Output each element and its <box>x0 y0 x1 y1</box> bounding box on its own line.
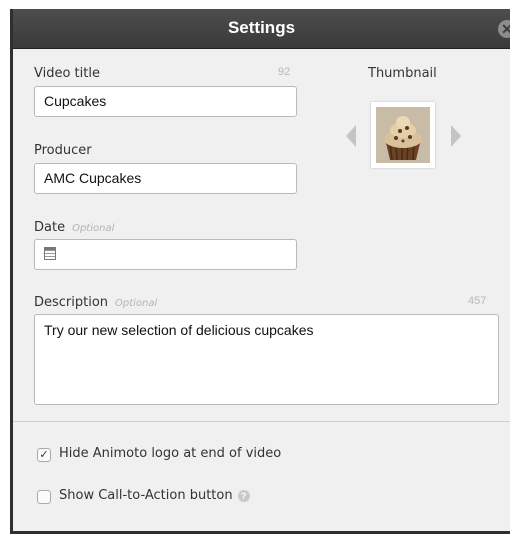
thumbnail-prev-arrow-icon[interactable] <box>346 125 356 147</box>
description-label: Description Optional <box>34 295 157 310</box>
calendar-icon[interactable] <box>44 247 56 260</box>
dialog-title: Settings <box>227 18 296 37</box>
date-optional-hint: Optional <box>72 223 115 234</box>
date-input[interactable] <box>34 239 297 270</box>
description-textarea[interactable]: Try our new selection of delicious cupca… <box>34 314 499 405</box>
thumbnail-label: Thumbnail <box>368 66 437 81</box>
video-title-label: Video title <box>34 66 100 81</box>
producer-label: Producer <box>34 143 92 158</box>
hide-logo-label[interactable]: Hide Animoto logo at end of video <box>59 446 281 461</box>
video-title-input[interactable]: Cupcakes <box>34 86 297 117</box>
section-divider <box>13 421 510 422</box>
hide-logo-checkbox[interactable]: ✓ <box>37 448 51 462</box>
cupcake-thumbnail-image <box>376 107 430 163</box>
date-label-text: Date <box>34 220 66 235</box>
dialog-titlebar: Settings ✕ <box>13 9 510 49</box>
cta-checkbox[interactable] <box>37 490 51 504</box>
thumbnail-frame <box>371 102 435 168</box>
date-label: Date Optional <box>34 220 114 235</box>
description-char-counter: 457 <box>468 295 487 307</box>
description-label-text: Description <box>34 295 109 310</box>
help-icon[interactable]: ? <box>237 489 250 502</box>
description-optional-hint: Optional <box>115 298 158 309</box>
cupcake-illustration <box>376 107 430 163</box>
settings-dialog: Settings ✕ Video title 92 Cupcakes Thumb… <box>10 9 510 534</box>
close-icon[interactable]: ✕ <box>498 20 510 38</box>
video-title-char-counter: 92 <box>278 66 291 78</box>
producer-input[interactable]: AMC Cupcakes <box>34 163 297 194</box>
cta-label[interactable]: Show Call-to-Action button <box>59 488 233 503</box>
thumbnail-next-arrow-icon[interactable] <box>451 125 461 147</box>
cta-option: Show Call-to-Action button? <box>59 488 250 503</box>
